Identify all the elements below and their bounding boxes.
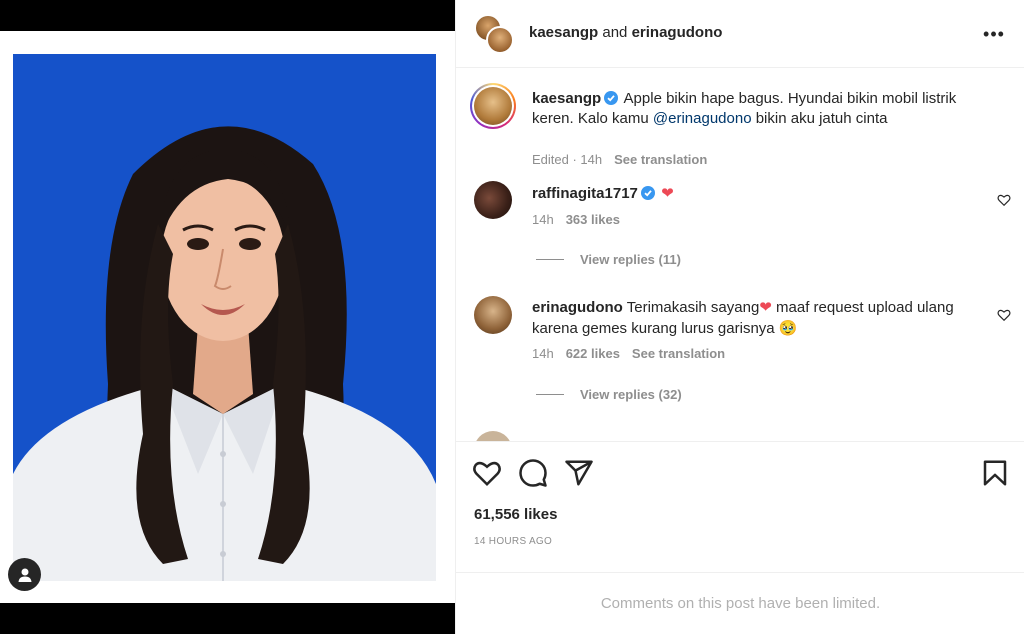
replies-divider xyxy=(536,394,564,395)
user-icon xyxy=(18,568,31,582)
likes-count[interactable]: 61,556 likes xyxy=(474,506,557,523)
heart-emoji: ❤ xyxy=(661,184,674,202)
bookmark-icon[interactable] xyxy=(980,458,1010,488)
collaborator-username[interactable]: erinagudono xyxy=(632,24,723,41)
avatar[interactable] xyxy=(474,181,512,219)
verified-icon xyxy=(640,186,655,200)
edited-label: Edited · 14h xyxy=(532,152,603,167)
comment-meta: 14h 622 likes See translation xyxy=(532,346,725,361)
view-replies-label: View replies (32) xyxy=(580,387,682,402)
more-options-button[interactable]: ••• xyxy=(979,22,1009,46)
comment-row-partial xyxy=(456,431,1024,441)
comment-row: raffinagita1717 ❤ 14h 363 likes View rep… xyxy=(456,181,1024,281)
portrait-illustration xyxy=(13,54,436,581)
view-replies-button[interactable]: View replies (32) xyxy=(536,387,682,402)
post-media xyxy=(0,0,455,634)
caption-meta: Edited · 14h See translation xyxy=(532,152,707,167)
heart-emoji: ❤ xyxy=(759,298,772,316)
caption-row: kaesangp Apple bikin hape bagus. Hyundai… xyxy=(456,83,1024,173)
share-icon[interactable] xyxy=(564,458,594,488)
portrait-photo[interactable] xyxy=(13,54,436,581)
comment-text: erinagudono Terimakasih sayang❤ maaf req… xyxy=(532,297,982,339)
emoji: 🥹 xyxy=(778,319,798,337)
comment-username[interactable]: raffinagita1717 xyxy=(532,185,638,202)
like-icon[interactable] xyxy=(472,458,502,488)
caption-text: kaesangp Apple bikin hape bagus. Hyundai… xyxy=(532,89,982,129)
comment-body: Terimakasih sayang xyxy=(626,299,760,316)
post-authors: kaesangp and erinagudono xyxy=(529,24,722,41)
photo-frame xyxy=(0,31,455,603)
tagged-user-button[interactable] xyxy=(8,558,41,591)
comments-list[interactable]: kaesangp Apple bikin hape bagus. Hyundai… xyxy=(456,69,1024,441)
collab-avatars[interactable] xyxy=(474,14,514,54)
more-icon: ••• xyxy=(983,23,1005,44)
post-actions: 61,556 likes 14 HOURS AGO xyxy=(456,441,1024,572)
comment-likes[interactable]: 622 likes xyxy=(566,346,620,361)
comment-time: 14h xyxy=(532,346,554,361)
post-header: kaesangp and erinagudono ••• xyxy=(456,0,1024,68)
see-translation-link[interactable]: See translation xyxy=(632,346,725,361)
see-translation-link[interactable]: See translation xyxy=(614,152,707,167)
comment-icon[interactable] xyxy=(518,458,548,488)
comment-time: 14h xyxy=(532,212,554,227)
post-panel: kaesangp and erinagudono ••• kaesangp Ap… xyxy=(455,0,1024,634)
comment-likes[interactable]: 363 likes xyxy=(566,212,620,227)
comment-meta: 14h 363 likes xyxy=(532,212,620,227)
like-comment-icon[interactable] xyxy=(997,193,1011,207)
comments-limited-notice: Comments on this post have been limited. xyxy=(456,572,1024,634)
owner-username[interactable]: kaesangp xyxy=(529,24,598,41)
comment-text: raffinagita1717 ❤ xyxy=(532,183,982,204)
like-comment-icon[interactable] xyxy=(997,308,1011,322)
verified-icon xyxy=(604,91,619,105)
avatar xyxy=(486,26,514,54)
caption-mention[interactable]: @erinagudono xyxy=(653,110,752,127)
caption-body-end: bikin aku jatuh cinta xyxy=(751,110,888,127)
connector-text: and xyxy=(598,24,632,41)
avatar[interactable] xyxy=(474,296,512,334)
avatar[interactable] xyxy=(470,83,516,129)
view-replies-button[interactable]: View replies (11) xyxy=(536,252,681,267)
replies-divider xyxy=(536,259,564,260)
comment-row: erinagudono Terimakasih sayang❤ maaf req… xyxy=(456,296,1024,406)
comment-username[interactable]: erinagudono xyxy=(532,299,623,316)
view-replies-label: View replies (11) xyxy=(580,252,681,267)
caption-username[interactable]: kaesangp xyxy=(532,90,601,107)
avatar[interactable] xyxy=(474,431,512,441)
post-timestamp: 14 HOURS AGO xyxy=(474,536,553,547)
